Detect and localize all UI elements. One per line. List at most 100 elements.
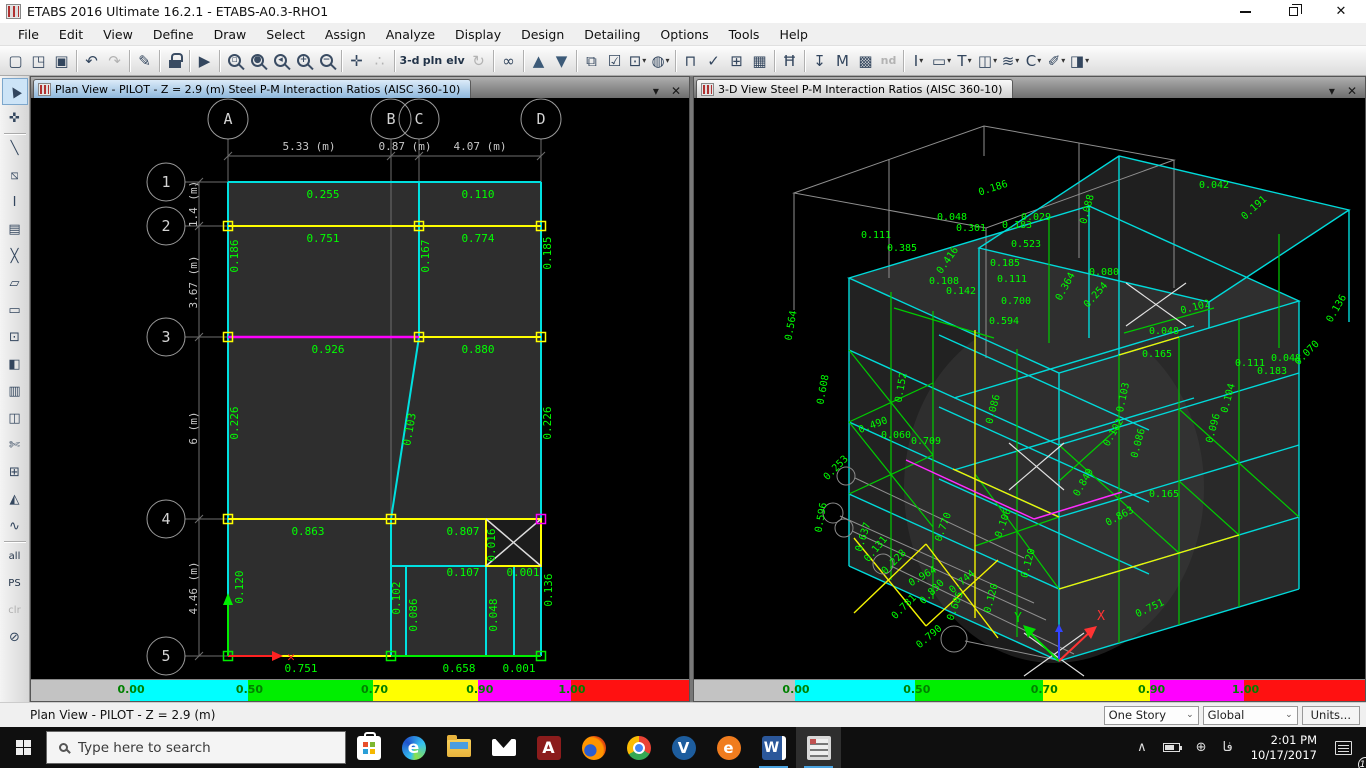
menu-detailing[interactable]: Detailing [574,25,650,44]
set-display-options-button[interactable]: ☑ [603,49,626,73]
search-input[interactable]: Type here to search [46,731,346,764]
restore-button[interactable] [1282,3,1304,21]
draw-poly-area-tool[interactable]: ▱ [2,270,28,297]
elevation-view-button[interactable]: elv [444,49,467,73]
menu-define[interactable]: Define [143,25,204,44]
select-pointer-tool[interactable]: ▲ [1,78,28,105]
frame-properties-button[interactable]: Ħ [778,49,801,73]
previous-selection-tool[interactable]: PS [2,570,28,597]
plan-window-close-icon[interactable]: ✕ [671,84,681,98]
reshape-object-tool[interactable]: ✜ [2,105,28,132]
zoom-out-one-step-button[interactable]: − [315,49,338,73]
menu-edit[interactable]: Edit [49,25,93,44]
composite-beam-design-button[interactable]: T ▾ [953,49,976,73]
draw-beam-grid-tool[interactable]: ▤ [2,216,28,243]
clock[interactable]: 2:01 PM 10/17/2017 [1241,727,1327,768]
open-button[interactable]: ◳ [27,49,50,73]
minimize-button[interactable] [1234,3,1256,21]
taskbar-explorer-icon[interactable] [436,727,481,768]
tray-expand-icon[interactable]: ∧ [1129,727,1155,768]
threed-view-tab[interactable]: 3-D View Steel P-M Interaction Ratios (A… [696,79,1014,98]
draw-ramp-tool[interactable]: ◭ [2,486,28,513]
taskbar-word-icon[interactable]: W [751,727,796,768]
menu-file[interactable]: File [8,25,49,44]
restore-full-view-button[interactable]: ● [246,49,269,73]
draw-floor-grid-tool[interactable]: ⊞ [2,459,28,486]
draw-braced-frame-tool[interactable]: ⧅ [2,162,28,189]
taskbar-mail-icon[interactable] [481,727,526,768]
menu-help[interactable]: Help [769,25,818,44]
assign-load-button[interactable]: ↧ [808,49,831,73]
action-center-button[interactable]: 19 [1327,727,1366,768]
draw-supports-button[interactable]: ▦ [748,49,771,73]
menu-draw[interactable]: Draw [204,25,257,44]
battery-icon[interactable] [1155,727,1188,768]
menu-options[interactable]: Options [650,25,718,44]
image-capture-button[interactable]: ▩ [854,49,877,73]
menu-assign[interactable]: Assign [315,25,376,44]
units-button[interactable]: Units... [1301,705,1360,725]
steel-joist-design-button[interactable]: ◫ ▾ [976,49,999,73]
edit-pen-button[interactable]: ✎ [133,49,156,73]
new-model-button[interactable]: ▢ [4,49,27,73]
view-3d-button[interactable]: 3-d [398,49,421,73]
previous-zoom-button[interactable]: ◂ [269,49,292,73]
select-window-button[interactable]: ⧉ [580,49,603,73]
detailing-pencil-button[interactable]: ✐ ▾ [1045,49,1068,73]
draw-area-at-point-tool[interactable]: ⊡ [2,324,28,351]
undo-button[interactable]: ↶ [80,49,103,73]
object-view-options-button[interactable]: ∞ [497,49,520,73]
draw-opening-tool[interactable]: ◫ [2,405,28,432]
select-all-tool[interactable]: all [2,543,28,570]
paint-mode-button[interactable]: ◍ ▾ [649,49,672,73]
menu-tools[interactable]: Tools [719,25,770,44]
close-button[interactable]: ✕ [1330,3,1352,21]
pan-button[interactable]: ✛ [345,49,368,73]
language-indicator[interactable]: فا [1215,727,1241,768]
plan-view-tab[interactable]: Plan View - PILOT - Z = 2.9 (m) Steel P-… [33,79,472,98]
zoom-in-one-step-button[interactable]: + [292,49,315,73]
draw-wall-tool[interactable]: ◧ [2,351,28,378]
plan-view-button[interactable]: pln [421,49,444,73]
draw-brace-x-tool[interactable]: ╳ [2,243,28,270]
object-shrink-toggle-button[interactable]: ⊡ ▾ [626,49,649,73]
threed-view-canvas[interactable]: 0.186 0.042 0.029 0.191 0.088 0.111 0.385 0.048… [694,98,1365,679]
section-cut-tool[interactable]: ✄ [2,432,28,459]
taskbar-e-app-icon[interactable]: e [706,727,751,768]
lock-model-button[interactable] [163,49,186,73]
story-selector[interactable]: One Story ⌄ [1103,705,1199,725]
draw-frame-button[interactable]: ⊓ [679,49,702,73]
draw-brace-button[interactable]: M [831,49,854,73]
save-button[interactable]: ▣ [50,49,73,73]
draw-rect-area-tool[interactable]: ▭ [2,297,28,324]
wall-design-button[interactable]: ◨ ▾ [1068,49,1091,73]
draw-wall-stack-tool[interactable]: ▥ [2,378,28,405]
taskbar-etabs-icon[interactable] [796,727,841,768]
taskbar-store-icon[interactable] [346,727,391,768]
menu-select[interactable]: Select [256,25,315,44]
deselect-tool[interactable]: ⊘ [2,624,28,651]
taskbar-autocad-icon[interactable]: A [526,727,571,768]
coord-system-selector[interactable]: Global ⌄ [1202,705,1298,725]
taskbar-firefox-icon[interactable] [571,727,616,768]
start-button[interactable] [0,727,46,768]
draw-column-tool[interactable]: I [2,189,28,216]
menu-design[interactable]: Design [511,25,574,44]
menu-display[interactable]: Display [445,25,511,44]
threed-window-close-icon[interactable]: ✕ [1347,84,1357,98]
move-up-in-list-button[interactable]: ▲ [527,49,550,73]
threed-window-menu-arrow-icon[interactable]: ▾ [1329,84,1335,98]
plan-view-canvas[interactable]: A B C D 1 2 3 4 5 5.33 (m) 0.87 (m) 4.07 (m) 1.4 (m… [31,98,689,679]
snap-to-points-button[interactable]: ✓ [702,49,725,73]
steel-frame-design-button[interactable]: I ▾ [907,49,930,73]
plan-window-menu-arrow-icon[interactable]: ▾ [653,84,659,98]
channel-design-button[interactable]: C ▾ [1022,49,1045,73]
concrete-frame-design-button[interactable]: ▭ ▾ [930,49,953,73]
move-down-in-list-button[interactable]: ▼ [550,49,573,73]
draw-line-tool[interactable]: ╲ [2,135,28,162]
rubber-band-zoom-button[interactable]: ▫ [223,49,246,73]
draw-spandrel-tool[interactable]: ∿ [2,513,28,540]
taskbar-edge-icon[interactable]: e [391,727,436,768]
network-globe-icon[interactable]: ⊕ [1188,727,1215,768]
run-analysis-button[interactable]: ▶ [193,49,216,73]
